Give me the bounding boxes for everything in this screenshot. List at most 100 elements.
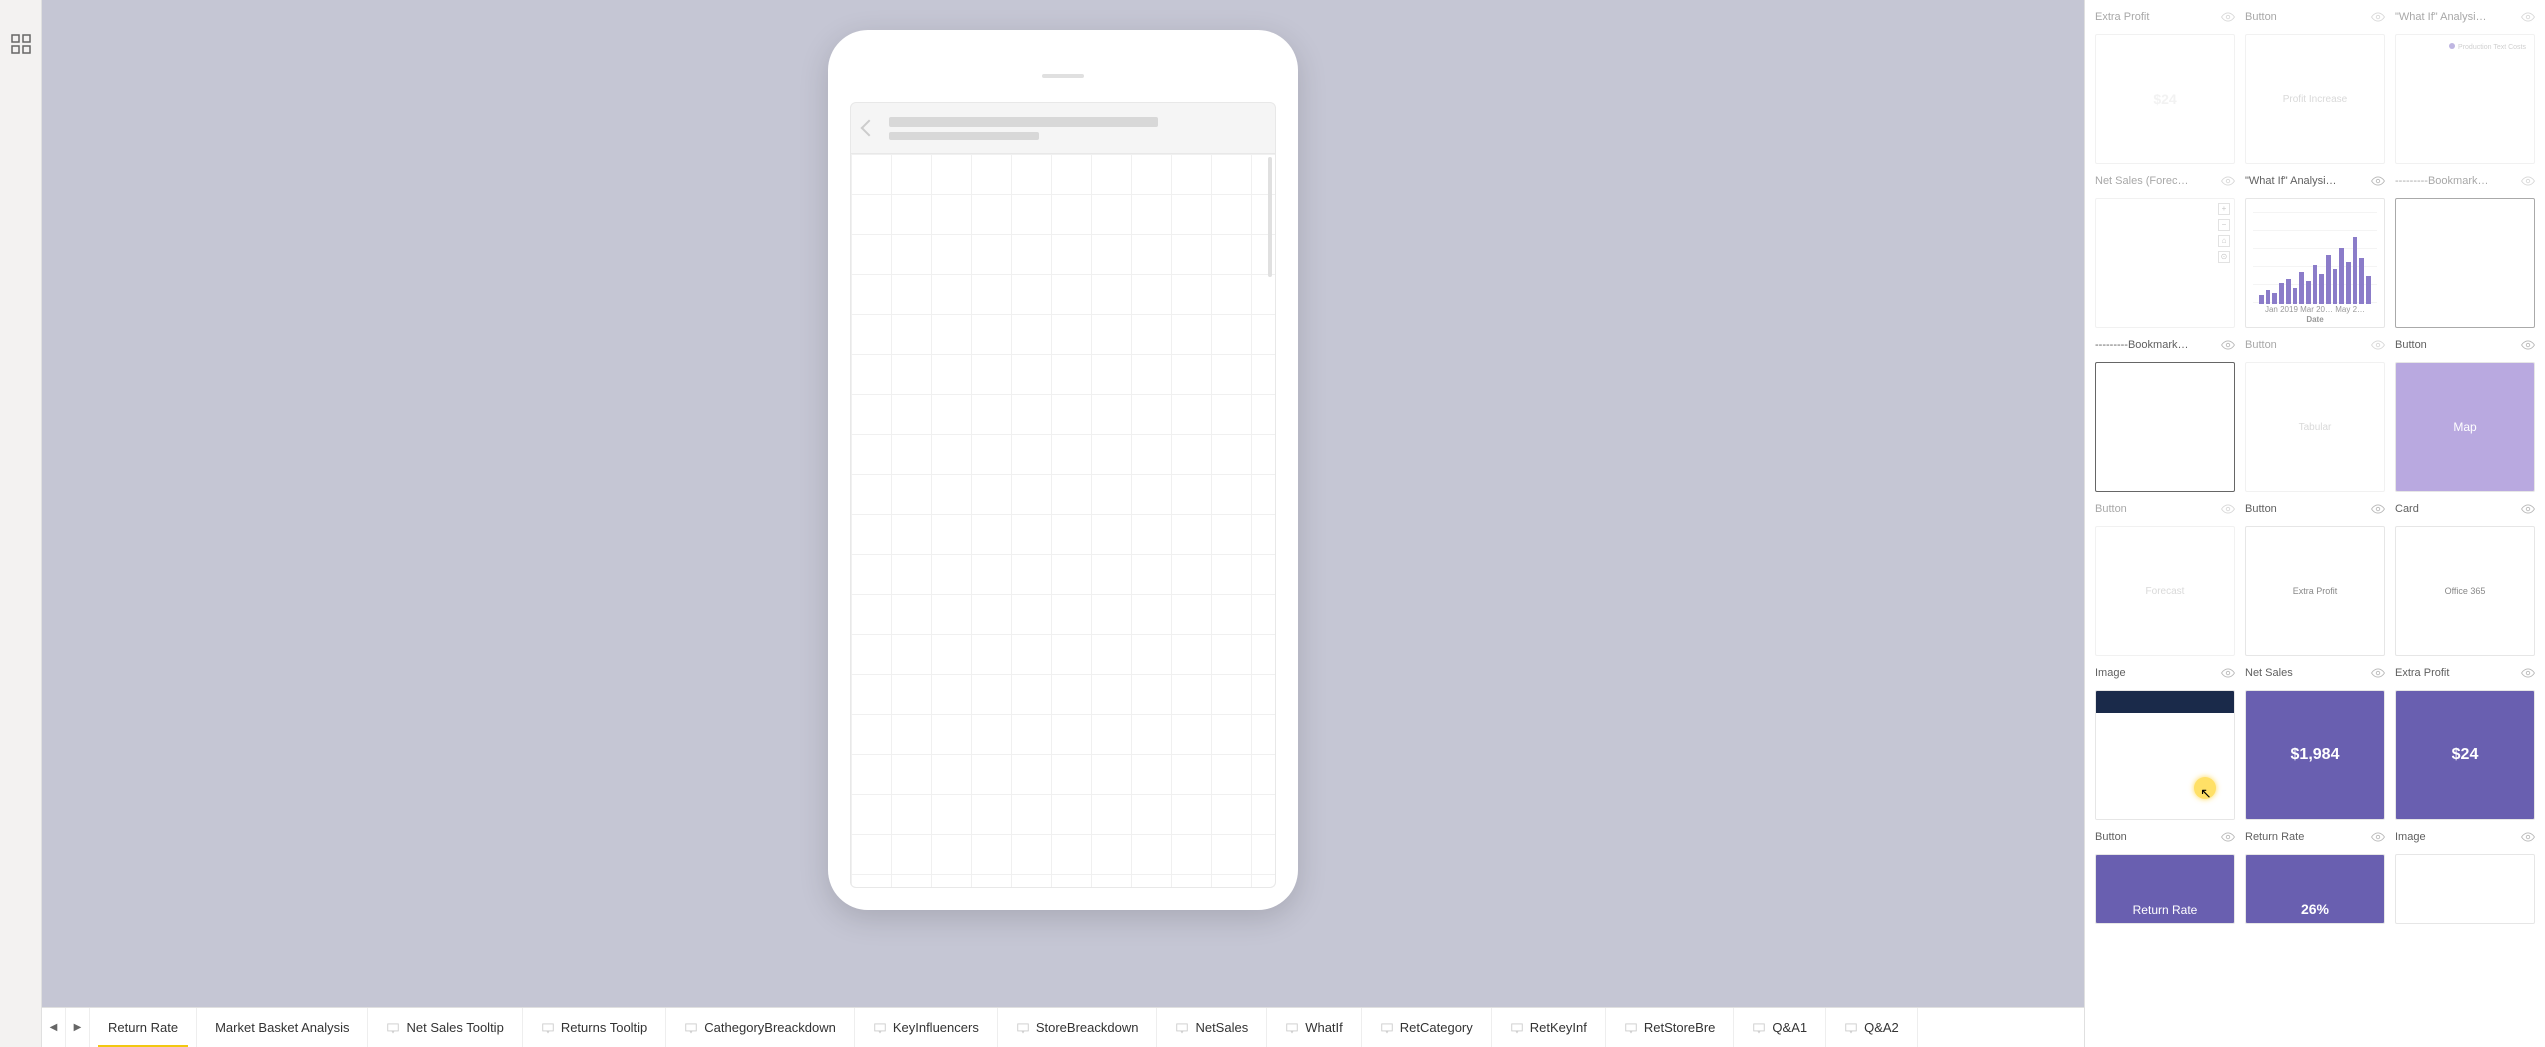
tile-label: Profit Increase	[2283, 94, 2347, 105]
visual-title: Net Sales (Forec…	[2095, 175, 2189, 187]
visibility-icon[interactable]	[2371, 338, 2385, 352]
phone-header	[850, 102, 1276, 154]
tile-label: Tabular	[2299, 422, 2332, 433]
tab-label: RetStoreBre	[1644, 1020, 1716, 1035]
visibility-icon[interactable]	[2521, 666, 2535, 680]
visual-tile-button-map[interactable]: Map	[2395, 362, 2535, 492]
visual-header: Button	[2095, 828, 2235, 846]
tile-value: $24	[2452, 746, 2479, 764]
visual-header: Card	[2395, 500, 2535, 518]
visibility-icon[interactable]	[2371, 666, 2385, 680]
visuals-panel[interactable]: Extra Profit Button "What If" Analysi… $…	[2084, 0, 2545, 1047]
tab-cathegorybreackdown[interactable]: CathegoryBreackdown	[666, 1008, 855, 1047]
cursor-icon: ↖	[2200, 785, 2212, 802]
tab-retkeyinf[interactable]: RetKeyInf	[1492, 1008, 1606, 1047]
tab-label: CathegoryBreackdown	[704, 1020, 836, 1035]
tooltip-icon	[1510, 1021, 1524, 1035]
tooltip-icon	[1380, 1021, 1394, 1035]
back-icon[interactable]	[861, 120, 878, 137]
visual-title: ---------Bookmark…	[2095, 339, 2188, 351]
scrollbar[interactable]	[1268, 157, 1272, 277]
visual-header: Image	[2395, 828, 2535, 846]
visibility-icon[interactable]	[2221, 338, 2235, 352]
tab-label: Return Rate	[108, 1020, 178, 1035]
tab-q-a2[interactable]: Q&A2	[1826, 1008, 1918, 1047]
visibility-icon[interactable]	[2371, 174, 2385, 188]
canvas-area	[42, 0, 2084, 1007]
visual-header: "What If" Analysi…	[2245, 172, 2385, 190]
visual-title: Button	[2245, 503, 2277, 515]
layout-icon[interactable]	[9, 32, 33, 56]
visual-header: Button	[2095, 500, 2235, 518]
tab-whatif[interactable]: WhatIf	[1267, 1008, 1362, 1047]
visual-tile-image[interactable]: ↖	[2095, 690, 2235, 820]
visual-tile-whatif-analysis[interactable]: Production Text Costs	[2395, 34, 2535, 164]
visual-title: "What If" Analysi…	[2245, 175, 2337, 187]
visual-tile-card-office365[interactable]: Office 365	[2395, 526, 2535, 656]
visibility-icon[interactable]	[2521, 502, 2535, 516]
visual-title: Image	[2095, 667, 2126, 679]
visual-tile-bookmark[interactable]	[2095, 362, 2235, 492]
visual-tile-returnrate-value[interactable]: 26%	[2245, 854, 2385, 924]
visual-header: Extra Profit	[2095, 8, 2235, 26]
visual-tile-button-forecast[interactable]: Forecast	[2095, 526, 2235, 656]
tab-retcategory[interactable]: RetCategory	[1362, 1008, 1492, 1047]
bar-chart: Jan 2019 Mar 20… May 2… Date	[2253, 212, 2377, 314]
tab-storebreackdown[interactable]: StoreBreackdown	[998, 1008, 1158, 1047]
tooltip-icon	[1624, 1021, 1638, 1035]
tooltip-icon	[1175, 1021, 1189, 1035]
visual-tile-netsales[interactable]: $1,984	[2245, 690, 2385, 820]
visual-tile-whatif-chart[interactable]: Jan 2019 Mar 20… May 2… Date	[2245, 198, 2385, 328]
tooltip-icon	[541, 1021, 555, 1035]
visual-tile-extra-profit[interactable]: $24	[2095, 34, 2235, 164]
tab-nav-next[interactable]: ▶	[66, 1008, 90, 1047]
chart-xticks: Jan 2019 Mar 20… May 2…	[2253, 305, 2377, 314]
tab-label: RetCategory	[1400, 1020, 1473, 1035]
visual-tile-bookmark[interactable]	[2395, 198, 2535, 328]
tooltip-icon	[386, 1021, 400, 1035]
tooltip-icon	[1285, 1021, 1299, 1035]
visual-title: Button	[2095, 503, 2127, 515]
visibility-icon[interactable]	[2221, 666, 2235, 680]
page-tabs: ◀ ▶ Return Rate Market Basket Analysis Net…	[42, 1007, 2084, 1047]
visual-tile-button-returnrate[interactable]: Return Rate	[2095, 854, 2235, 924]
visibility-icon[interactable]	[2371, 10, 2385, 24]
tab-retstorebre[interactable]: RetStoreBre	[1606, 1008, 1735, 1047]
tab-returns-tooltip[interactable]: Returns Tooltip	[523, 1008, 666, 1047]
visibility-icon[interactable]	[2521, 10, 2535, 24]
visual-header: Image	[2095, 664, 2235, 682]
visual-tile-extraprofit-value[interactable]: $24	[2395, 690, 2535, 820]
tab-keyinfluencers[interactable]: KeyInfluencers	[855, 1008, 998, 1047]
visual-tile-button[interactable]: Profit Increase	[2245, 34, 2385, 164]
visual-title: Button	[2395, 339, 2427, 351]
visibility-icon[interactable]	[2221, 10, 2235, 24]
visual-header: Return Rate	[2245, 828, 2385, 846]
visibility-icon[interactable]	[2521, 830, 2535, 844]
visual-title: "What If" Analysi…	[2395, 11, 2487, 23]
tab-return-rate[interactable]: Return Rate	[90, 1008, 197, 1047]
phone-layout-grid[interactable]	[850, 154, 1276, 888]
visual-tile-image-2[interactable]	[2395, 854, 2535, 924]
visibility-icon[interactable]	[2221, 502, 2235, 516]
visibility-icon[interactable]	[2221, 830, 2235, 844]
phone-screen	[850, 102, 1276, 888]
tab-nav-prev[interactable]: ◀	[42, 1008, 66, 1047]
tab-net-sales-tooltip[interactable]: Net Sales Tooltip	[368, 1008, 522, 1047]
visual-tile-button-tabular[interactable]: Tabular	[2245, 362, 2385, 492]
visibility-icon[interactable]	[2521, 174, 2535, 188]
tab-label: NetSales	[1195, 1020, 1248, 1035]
visibility-icon[interactable]	[2371, 502, 2385, 516]
map-zoom-controls[interactable]: +−⌂⊙	[2218, 203, 2230, 263]
visibility-icon[interactable]	[2221, 174, 2235, 188]
visual-tile-netsales-forecast[interactable]: +−⌂⊙	[2095, 198, 2235, 328]
tab-q-a1[interactable]: Q&A1	[1734, 1008, 1826, 1047]
tab-label: Net Sales Tooltip	[406, 1020, 503, 1035]
tile-label: Map	[2453, 420, 2476, 434]
visibility-icon[interactable]	[2521, 338, 2535, 352]
visual-title: Extra Profit	[2095, 11, 2149, 23]
tooltip-icon	[873, 1021, 887, 1035]
visibility-icon[interactable]	[2371, 830, 2385, 844]
tab-market-basket-analysis[interactable]: Market Basket Analysis	[197, 1008, 368, 1047]
tab-netsales[interactable]: NetSales	[1157, 1008, 1267, 1047]
visual-tile-button-extraprofit[interactable]: Extra Profit	[2245, 526, 2385, 656]
